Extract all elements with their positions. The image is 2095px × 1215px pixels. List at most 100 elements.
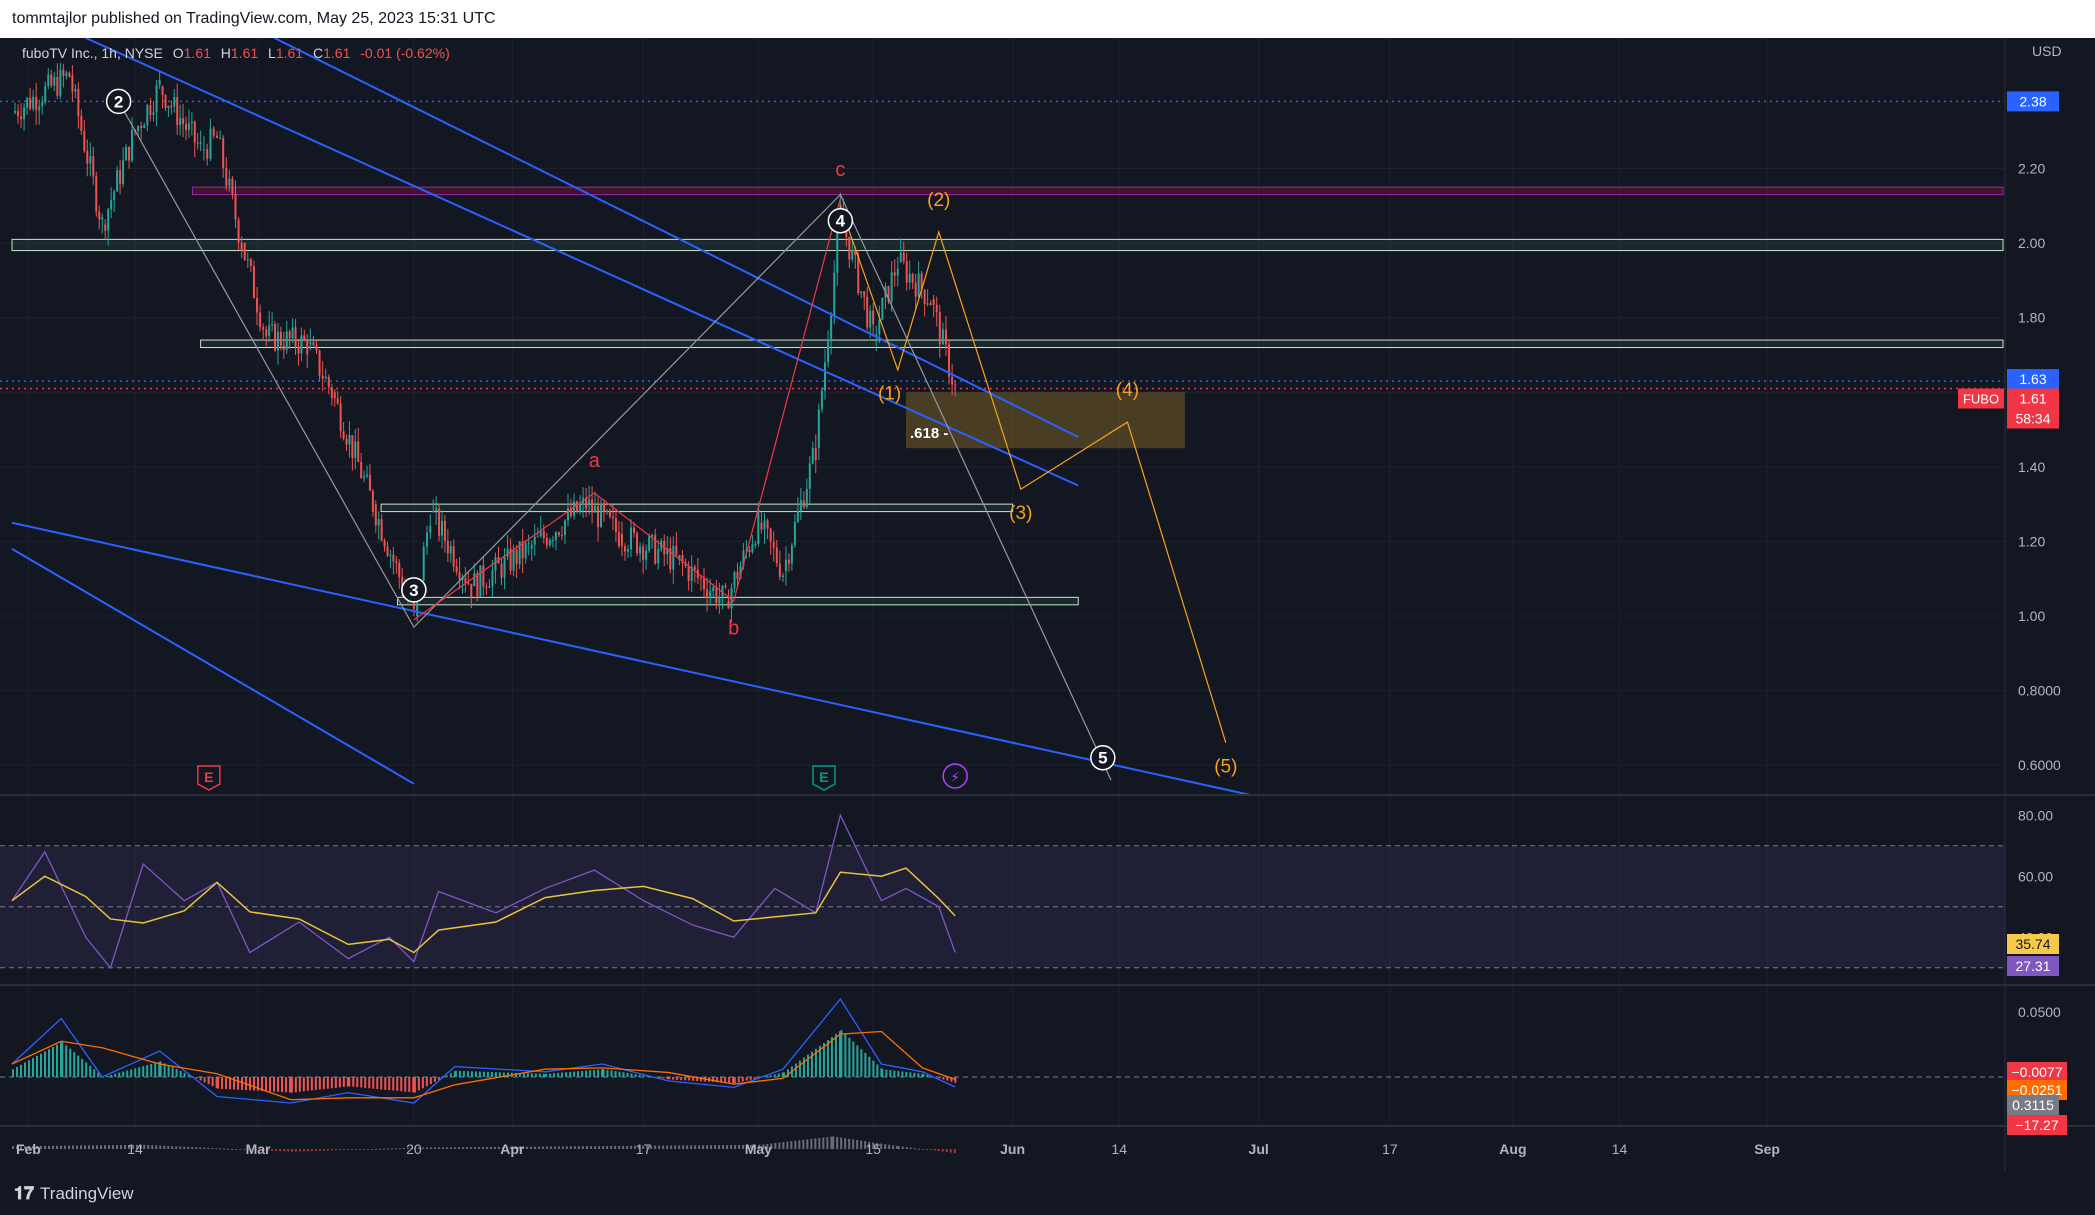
candle-body xyxy=(630,527,633,550)
osc-bar xyxy=(730,1145,733,1149)
osc-bar xyxy=(905,1147,908,1149)
osc-bar xyxy=(722,1145,725,1149)
candle-body xyxy=(687,565,690,582)
osc-bar xyxy=(108,1145,110,1149)
candle-body xyxy=(908,273,911,283)
osc-bar xyxy=(549,1146,552,1149)
wave-label-white: 3 xyxy=(409,581,418,600)
candle-body xyxy=(104,224,107,231)
legend-low: 1.61 xyxy=(276,45,303,61)
x-tick-label: 14 xyxy=(127,1141,143,1157)
osc-bar xyxy=(706,1145,709,1149)
event-marker-label: ⚡ xyxy=(950,769,960,785)
publish-header: tommtajlor published on TradingView.com,… xyxy=(0,0,2095,38)
macd-hist-bar xyxy=(217,1077,220,1089)
osc-bar xyxy=(856,1139,859,1149)
osc-bar xyxy=(449,1147,452,1149)
candle-body xyxy=(736,572,739,579)
macd-hist-bar xyxy=(658,1077,661,1078)
candle-body xyxy=(294,327,297,347)
osc-bar xyxy=(933,1149,936,1151)
macd-hist-bar xyxy=(630,1073,633,1077)
candle-body xyxy=(639,546,642,554)
macd-hist-bar xyxy=(265,1077,268,1092)
osc-bar xyxy=(287,1149,290,1152)
wave-label-red: c xyxy=(835,159,845,181)
candle-body xyxy=(125,146,128,161)
price-chart[interactable]: .618 - 2 3 4 5 a b c (1) (2) (3) (4) (5) E E ⚡ 2.20 2.… xyxy=(0,38,2095,1172)
macd-hist-bar xyxy=(577,1071,580,1077)
osc-bar xyxy=(350,1149,353,1150)
macd-hist-bar xyxy=(154,1062,157,1077)
candle-body xyxy=(285,331,288,350)
candle-body xyxy=(693,566,696,570)
candle-body xyxy=(259,312,262,328)
candle-body xyxy=(597,506,600,528)
osc-bar xyxy=(726,1145,729,1149)
macd-hist-bar xyxy=(482,1071,485,1077)
candle-body xyxy=(817,409,820,449)
osc-bar xyxy=(790,1141,793,1149)
osc-bar xyxy=(203,1147,206,1149)
x-tick-label: Mar xyxy=(246,1141,271,1157)
candle-body xyxy=(256,297,259,313)
osc-bar xyxy=(163,1145,166,1149)
y-tick-label: 1.40 xyxy=(2018,459,2045,475)
macd-hist-bar xyxy=(408,1077,411,1093)
candle-body xyxy=(557,532,560,535)
candle-body xyxy=(291,327,294,339)
candle-body xyxy=(899,252,902,262)
macd-hist-bar xyxy=(360,1077,363,1088)
macd-hist-bar xyxy=(749,1077,752,1080)
macd-hist-bar xyxy=(773,1074,776,1077)
macd-hist-bar xyxy=(614,1071,617,1077)
candle-body xyxy=(893,272,896,276)
candle-body xyxy=(429,526,432,533)
osc-bar xyxy=(614,1145,617,1149)
candle-body xyxy=(494,557,497,571)
macd-hist-bar xyxy=(926,1074,929,1077)
wave-label-white: 2 xyxy=(114,92,123,111)
osc-bar xyxy=(358,1149,361,1150)
candle-body xyxy=(878,319,881,335)
candle-body xyxy=(336,398,339,404)
macd-hist-bar xyxy=(364,1077,367,1088)
tradingview-logo-icon[interactable]: 𝟏𝟕 xyxy=(14,1183,34,1204)
candle-body xyxy=(276,331,279,351)
osc-bar xyxy=(702,1145,705,1149)
candle-body xyxy=(626,549,629,552)
macd-hist-bar xyxy=(417,1077,420,1091)
macd-hist-bar xyxy=(40,1053,42,1077)
candle-body xyxy=(554,532,557,540)
candle-body xyxy=(923,289,926,305)
macd-hist-bar xyxy=(310,1077,313,1091)
osc-bar xyxy=(445,1147,448,1149)
candle-body xyxy=(351,435,354,459)
candle-body xyxy=(748,549,751,553)
event-markers: E E ⚡ xyxy=(197,763,968,791)
candle-body xyxy=(560,534,563,536)
candle-body xyxy=(167,105,170,108)
candle-body xyxy=(902,252,905,262)
osc-bar xyxy=(581,1146,584,1149)
osc-bar xyxy=(275,1149,278,1152)
candle-body xyxy=(784,559,787,572)
macd-hist-bar xyxy=(494,1072,497,1077)
badge-blue: 1.63 xyxy=(2019,371,2046,387)
candle-body xyxy=(383,540,386,547)
candle-body xyxy=(176,97,179,125)
osc-bar xyxy=(774,1142,777,1149)
osc-bar xyxy=(658,1145,661,1149)
osc-bar xyxy=(461,1147,464,1149)
candle-body xyxy=(830,315,833,342)
osc-bar xyxy=(606,1146,609,1149)
osc-bar xyxy=(690,1145,693,1149)
candle-body xyxy=(161,86,164,96)
osc-bar xyxy=(60,1145,62,1149)
candle-body xyxy=(452,546,455,567)
badge-osc-a: 0.3115 xyxy=(2012,1097,2054,1113)
osc-bar xyxy=(191,1147,194,1149)
footer-brand[interactable]: TradingView xyxy=(40,1184,134,1204)
candle-body xyxy=(237,219,240,243)
price-axis[interactable]: 2.202.001.801.601.401.201.000.80000.6000… xyxy=(2018,161,2061,1020)
